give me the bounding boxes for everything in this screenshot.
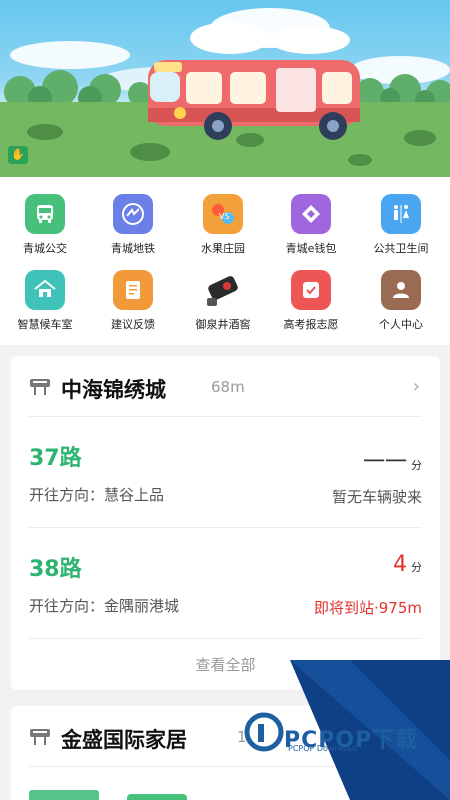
route-number bbox=[29, 790, 99, 800]
route-direction: 开往方向：慧谷上品 bbox=[29, 486, 165, 504]
stop-card[interactable]: 中海锦绣城 68m › 37路 一一分 开往方向：慧谷上品 暂无车辆驶来 38路… bbox=[11, 356, 440, 690]
feedback-tab-icon[interactable]: ✋ bbox=[8, 146, 28, 164]
watermark-subtitle: PCPOP Download bbox=[288, 744, 357, 753]
bus-stop-icon bbox=[30, 379, 50, 395]
divider bbox=[29, 527, 422, 528]
eta: 一一分 bbox=[363, 444, 422, 476]
bus-icon bbox=[25, 194, 65, 234]
service-label: 个人中心 bbox=[379, 318, 423, 331]
service-label: 水果庄园 bbox=[201, 242, 245, 255]
service-bus[interactable]: 青城公交 bbox=[0, 194, 90, 266]
banner[interactable]: ✋ bbox=[0, 0, 450, 177]
waiting-room-icon bbox=[25, 270, 65, 310]
wine-cellar-icon bbox=[203, 270, 243, 310]
svg-text:VS: VS bbox=[219, 212, 230, 221]
stop-name: 金盛国际家居 bbox=[61, 728, 187, 752]
divider bbox=[29, 638, 422, 639]
fruit-game-icon: VS bbox=[203, 194, 243, 234]
service-label: 御泉井酒窖 bbox=[195, 318, 251, 331]
user-icon bbox=[381, 270, 421, 310]
college-app-icon bbox=[291, 270, 331, 310]
divider bbox=[29, 416, 422, 417]
service-fruit-game[interactable]: VS 水果庄园 bbox=[178, 194, 268, 266]
service-user-center[interactable]: 个人中心 bbox=[356, 270, 446, 342]
eta-value: 4 bbox=[393, 552, 407, 577]
route-status: 暂无车辆驶来 bbox=[331, 488, 422, 506]
service-label: 公共卫生间 bbox=[373, 242, 429, 255]
service-label: 智慧候车室 bbox=[17, 318, 73, 331]
eta: 4分 bbox=[393, 552, 422, 577]
metro-icon bbox=[113, 194, 153, 234]
route-status: 即将到站·975m bbox=[313, 599, 422, 617]
service-wallet[interactable]: 青城e钱包 bbox=[266, 194, 356, 266]
route-number: 37路 bbox=[29, 446, 82, 471]
toilet-icon bbox=[381, 194, 421, 234]
service-label: 青城地铁 bbox=[111, 242, 155, 255]
service-label: 高考报志愿 bbox=[283, 318, 339, 331]
eta-unit: 分 bbox=[411, 561, 422, 574]
service-metro[interactable]: 青城地铁 bbox=[88, 194, 178, 266]
service-toilet[interactable]: 公共卫生间 bbox=[356, 194, 446, 266]
bus-illustration bbox=[0, 8, 450, 177]
service-label: 青城e钱包 bbox=[285, 242, 337, 255]
chevron-right-icon[interactable]: › bbox=[413, 376, 420, 397]
service-label: 建议反馈 bbox=[111, 318, 155, 331]
stop-distance: 68m bbox=[211, 378, 245, 396]
service-grid: 青城公交 青城地铁 VS 水果庄园 青城e钱包 公共卫生间 智慧候车室 建议反馈… bbox=[0, 177, 450, 345]
stop-header[interactable]: 中海锦绣城 68m › bbox=[11, 356, 440, 416]
feedback-icon bbox=[113, 270, 153, 310]
bus-stop-icon bbox=[30, 729, 50, 745]
pcpop-logo-icon bbox=[244, 712, 284, 752]
service-label: 青城公交 bbox=[23, 242, 67, 255]
route-tag bbox=[127, 794, 187, 800]
route-number: 38路 bbox=[29, 557, 82, 582]
eta-unit: 分 bbox=[411, 459, 422, 472]
stop-name: 中海锦绣城 bbox=[61, 378, 166, 402]
route-direction: 开往方向：金隅丽港城 bbox=[29, 597, 180, 615]
service-waiting-room[interactable]: 智慧候车室 bbox=[0, 270, 90, 342]
service-feedback[interactable]: 建议反馈 bbox=[88, 270, 178, 342]
service-college-app[interactable]: 高考报志愿 bbox=[266, 270, 356, 342]
wallet-icon bbox=[291, 194, 331, 234]
service-wine-cellar[interactable]: 御泉井酒窖 bbox=[178, 270, 268, 342]
eta-value: 一一 bbox=[362, 450, 407, 475]
